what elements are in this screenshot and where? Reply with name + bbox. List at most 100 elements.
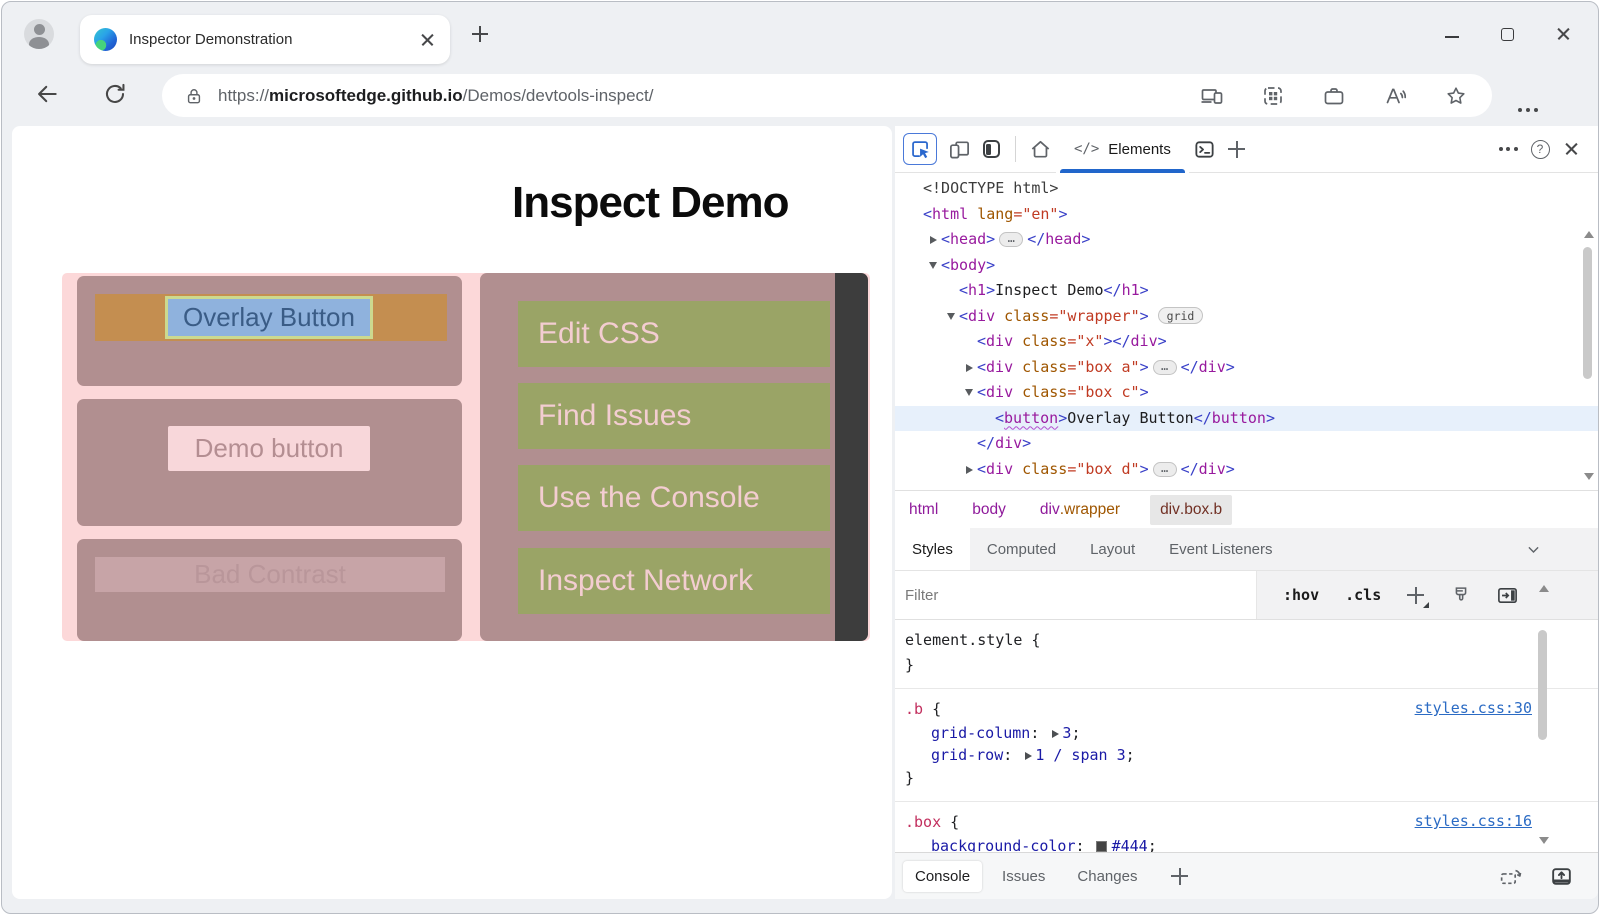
lock-icon[interactable] bbox=[184, 86, 204, 106]
expand-ellipsis-button[interactable]: … bbox=[1152, 461, 1177, 477]
console-drawer-icon[interactable] bbox=[1189, 133, 1221, 165]
class-toggle[interactable]: .cls bbox=[1345, 586, 1381, 604]
tab-layout[interactable]: Layout bbox=[1073, 528, 1152, 570]
dom-tree-line[interactable]: <div class="x"></div> bbox=[895, 329, 1598, 355]
color-swatch bbox=[1095, 841, 1107, 852]
drawer-tab-issues[interactable]: Issues bbox=[990, 861, 1057, 892]
expand-arrow-icon[interactable] bbox=[961, 355, 977, 381]
add-panel-icon[interactable] bbox=[1221, 133, 1253, 165]
inspect-element-icon[interactable] bbox=[903, 133, 937, 165]
overlay-button[interactable]: Overlay Button bbox=[165, 296, 373, 339]
css-property-background-color[interactable]: background-color: #444; bbox=[905, 835, 1588, 852]
css-property-grid-row[interactable]: grid-row: 1 / span 3; bbox=[905, 744, 1588, 766]
rotate-device-icon[interactable] bbox=[1498, 864, 1523, 889]
bad-contrast-button[interactable]: Bad Contrast bbox=[95, 557, 445, 592]
page-link-find-issues[interactable]: Find Issues bbox=[518, 383, 830, 449]
styles-scrollbar[interactable] bbox=[1536, 620, 1550, 852]
dom-tree-line[interactable]: </div> bbox=[895, 431, 1598, 457]
minimize-icon[interactable] bbox=[1445, 36, 1459, 38]
code-glyph: </> bbox=[1074, 141, 1100, 157]
drawer-tab-changes[interactable]: Changes bbox=[1065, 861, 1149, 892]
home-icon[interactable] bbox=[1024, 133, 1056, 165]
dom-tree-line[interactable]: <div class="box d">… </div> bbox=[895, 457, 1598, 483]
css-rule--box[interactable]: .box {styles.css:16 background-color: #44… bbox=[895, 802, 1598, 852]
page-link-edit-css[interactable]: Edit CSS bbox=[518, 301, 830, 367]
collapse-arrow-icon[interactable] bbox=[943, 304, 959, 330]
page-box-b: Edit CSS Find Issues Use the Console Inspec… bbox=[480, 273, 835, 641]
grid-badge[interactable]: grid bbox=[1157, 306, 1204, 324]
dom-tree-line[interactable]: <h1>Inspect Demo</h1> bbox=[895, 278, 1598, 304]
browser-tab[interactable]: Inspector Demonstration bbox=[80, 15, 450, 64]
collapse-arrow-icon[interactable] bbox=[961, 380, 977, 406]
styles-pane: element.style {} .b {styles.css:30 grid-co… bbox=[895, 620, 1598, 852]
dom-tree-line[interactable]: <!DOCTYPE html> bbox=[895, 176, 1598, 202]
address-bar[interactable]: https://microsoftedge.github.io/Demos/de… bbox=[162, 74, 1492, 117]
devtools-close-icon[interactable] bbox=[1556, 133, 1588, 165]
dom-tree-line[interactable]: <div class="box a">… </div> bbox=[895, 355, 1598, 381]
dom-tree-line[interactable]: <html lang="en"> bbox=[895, 202, 1598, 228]
add-drawer-tab-icon[interactable] bbox=[1171, 867, 1189, 885]
page-link-use-the-console[interactable]: Use the Console bbox=[518, 465, 830, 531]
dom-scrollbar[interactable] bbox=[1581, 223, 1595, 490]
help-icon[interactable]: ? bbox=[1524, 133, 1556, 165]
demo-button[interactable]: Demo button bbox=[168, 426, 370, 471]
read-aloud-icon[interactable] bbox=[1383, 84, 1407, 108]
tab-computed[interactable]: Computed bbox=[970, 528, 1073, 570]
styles-filter-input[interactable] bbox=[895, 571, 1257, 619]
css-property-grid-column[interactable]: grid-column: 3; bbox=[905, 722, 1588, 744]
dom-tree: <!DOCTYPE html> <html lang="en"> <head>… </… bbox=[895, 173, 1598, 490]
dom-tree-line[interactable]: <div class="wrapper"> grid bbox=[895, 304, 1598, 330]
open-panel-icon[interactable] bbox=[1549, 864, 1574, 889]
expand-ellipsis-button[interactable]: … bbox=[1152, 359, 1177, 375]
chevron-down-icon[interactable] bbox=[1525, 541, 1542, 558]
page-box-a: Overlay Button bbox=[77, 276, 462, 386]
new-tab-button[interactable] bbox=[472, 26, 488, 42]
profile-avatar-icon[interactable] bbox=[24, 19, 54, 49]
url-scheme: https:// bbox=[218, 85, 270, 105]
styles-filter-row: :hov .cls bbox=[895, 570, 1598, 620]
refresh-icon[interactable] bbox=[102, 81, 128, 107]
collections-briefcase-icon[interactable] bbox=[1322, 84, 1346, 108]
tab-styles[interactable]: Styles bbox=[895, 528, 970, 570]
drawer-tab-console[interactable]: Console bbox=[903, 860, 983, 892]
expand-ellipsis-button[interactable]: … bbox=[999, 232, 1024, 247]
stylesheet-link[interactable]: styles.css:30 bbox=[1415, 699, 1532, 717]
page-link-inspect-network[interactable]: Inspect Network bbox=[518, 548, 830, 614]
dom-tree-line[interactable]: <head>… </head> bbox=[895, 227, 1598, 253]
pseudo-state-toggle[interactable]: :hov bbox=[1283, 586, 1319, 604]
apps-icon[interactable] bbox=[1261, 84, 1285, 108]
breadcrumb-item-active[interactable]: div .box.b bbox=[1150, 494, 1233, 525]
orange-band: Overlay Button bbox=[95, 294, 447, 341]
drawer-icons bbox=[1498, 864, 1574, 889]
breadcrumb-item[interactable]: body bbox=[968, 495, 1010, 525]
device-emulation-icon[interactable] bbox=[943, 133, 975, 165]
url-text[interactable]: https://microsoftedge.github.io/Demos/de… bbox=[218, 86, 1200, 106]
settings-more-icon[interactable] bbox=[1518, 108, 1538, 112]
css-rule--b[interactable]: .b {styles.css:30 grid-column: 3; grid-row… bbox=[895, 689, 1598, 802]
css-rule-element-style[interactable]: element.style {} bbox=[895, 620, 1598, 689]
back-icon[interactable] bbox=[34, 81, 60, 107]
devtools-more-icon[interactable] bbox=[1492, 133, 1524, 165]
breadcrumb-item[interactable]: html bbox=[905, 495, 942, 525]
paintbrush-icon[interactable] bbox=[1450, 584, 1472, 606]
dock-side-icon[interactable] bbox=[975, 133, 1007, 165]
dom-tree-line[interactable]: <div class="box c"> bbox=[895, 380, 1598, 406]
add-style-rule-icon[interactable] bbox=[1407, 586, 1430, 608]
dom-tree-line-selected[interactable]: <button>Overlay Button</button> bbox=[895, 405, 1598, 431]
tab-event-listeners[interactable]: Event Listeners bbox=[1152, 528, 1289, 570]
tab-title: Inspector Demonstration bbox=[129, 31, 293, 48]
tab-elements[interactable]: </> Elements bbox=[1056, 126, 1189, 173]
breadcrumb-item[interactable]: div .wrapper bbox=[1036, 495, 1124, 525]
window-close-icon[interactable] bbox=[1556, 26, 1572, 42]
expand-arrow-icon[interactable] bbox=[925, 227, 941, 253]
collapse-arrow-icon[interactable] bbox=[925, 253, 941, 279]
expand-arrow-icon[interactable] bbox=[961, 457, 977, 483]
maximize-icon[interactable] bbox=[1501, 27, 1514, 41]
sidebar-toggle-icon[interactable] bbox=[1496, 584, 1519, 607]
send-to-devices-icon[interactable] bbox=[1200, 84, 1224, 108]
tab-close-icon[interactable] bbox=[420, 32, 436, 48]
page-wrapper: Overlay Button Demo button Bad Contrast … bbox=[62, 273, 870, 641]
dom-tree-line[interactable]: <body> bbox=[895, 253, 1598, 279]
favorites-star-icon[interactable] bbox=[1444, 84, 1468, 108]
stylesheet-link[interactable]: styles.css:16 bbox=[1415, 812, 1532, 830]
